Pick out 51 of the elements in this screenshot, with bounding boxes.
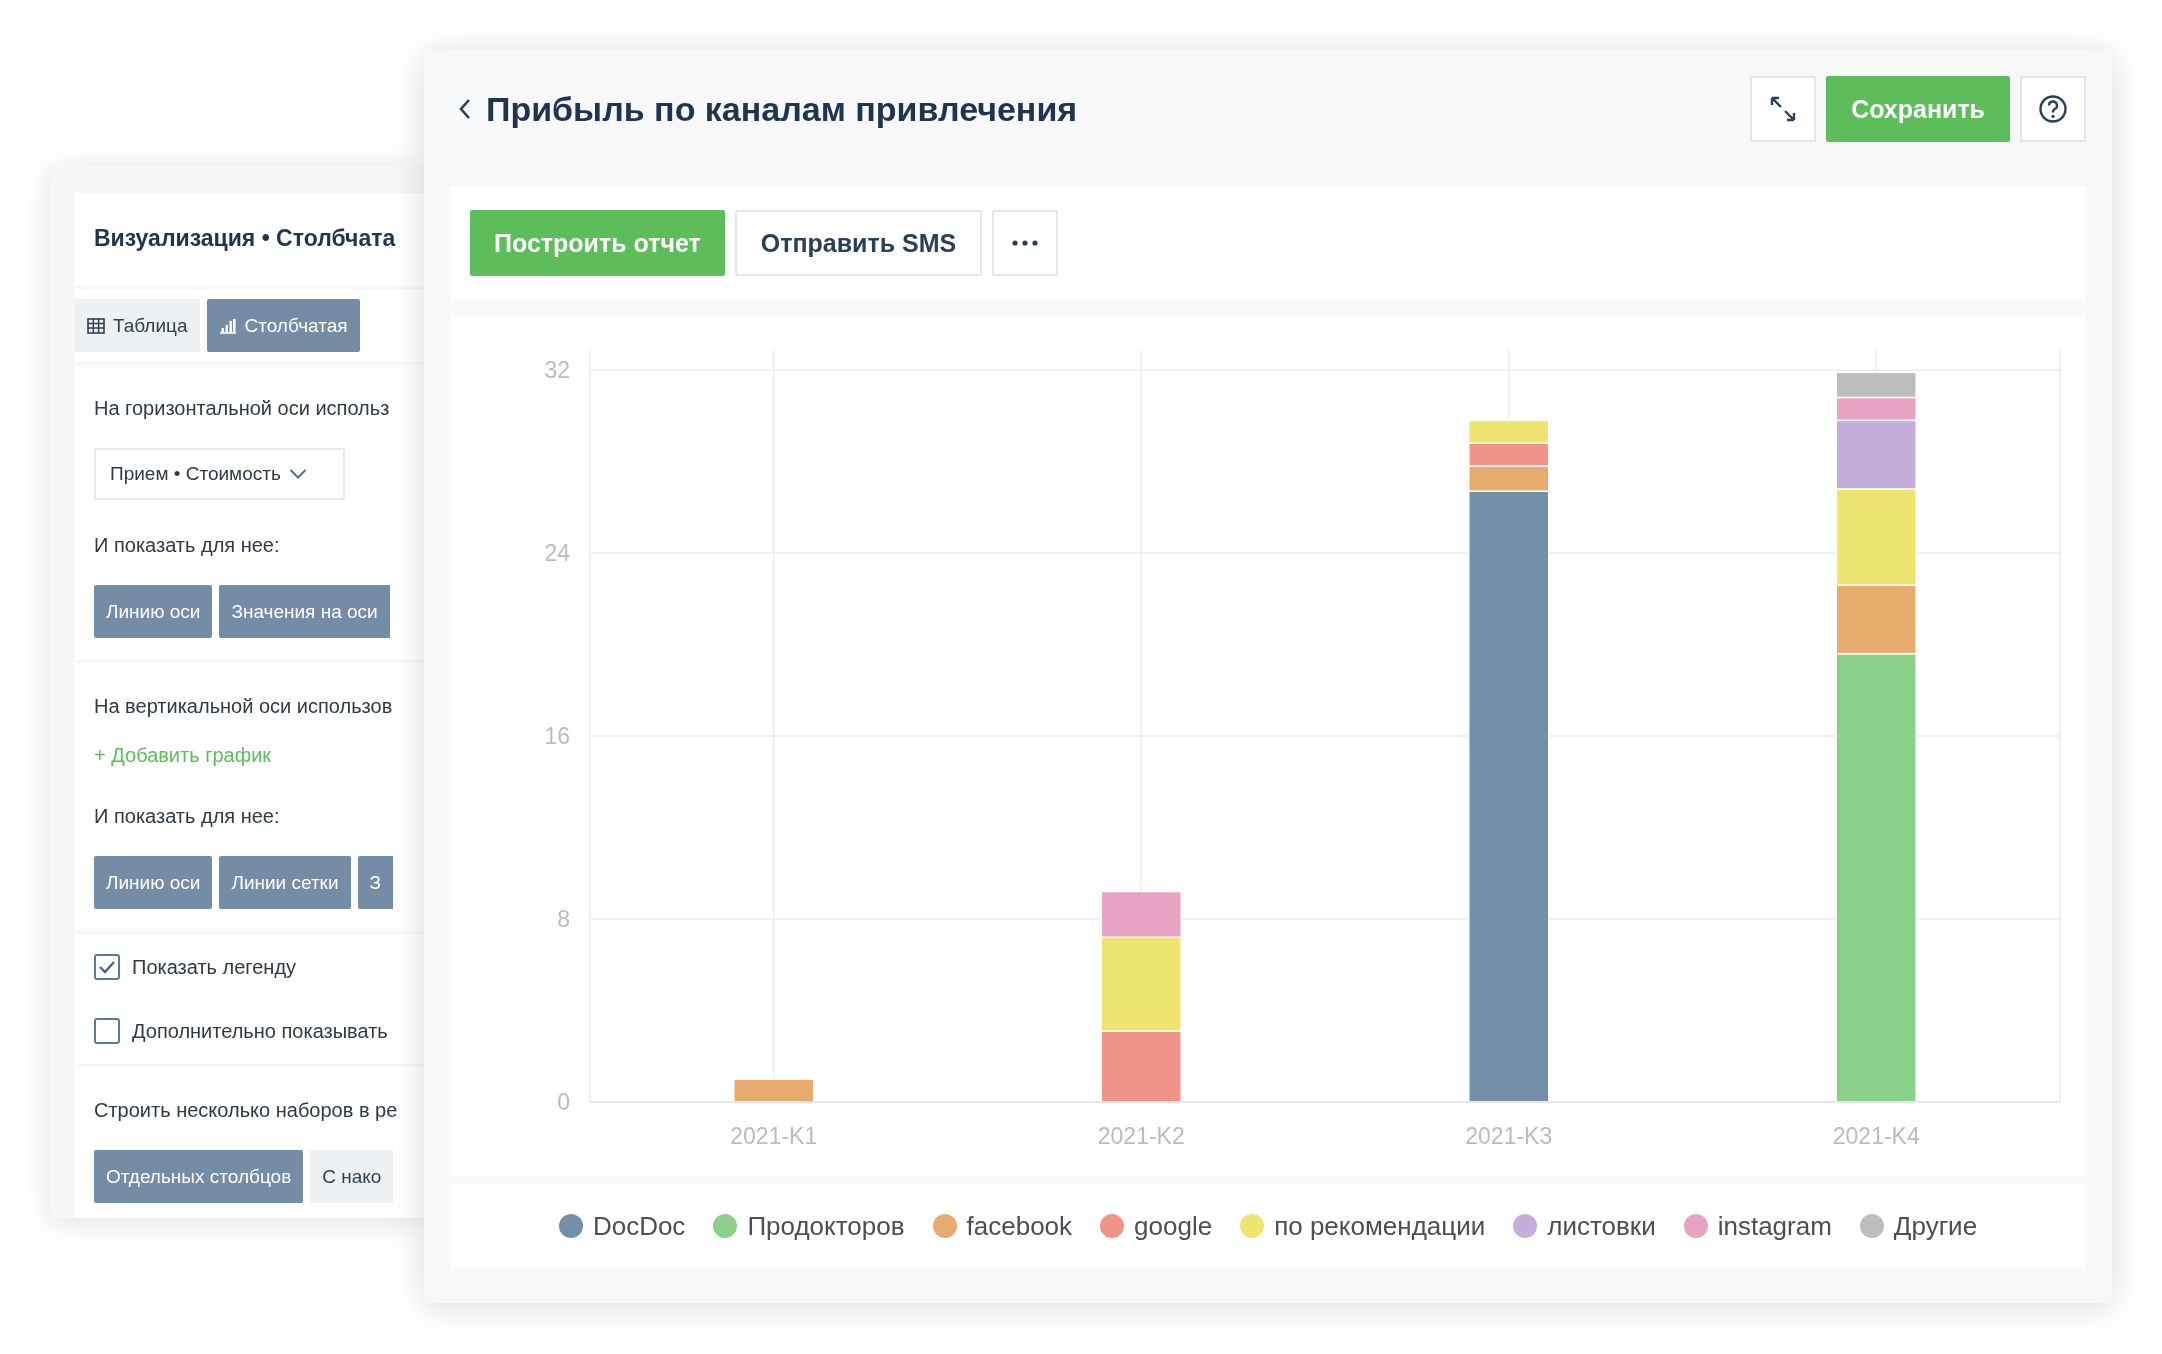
send-sms-button[interactable]: Отправить SMS: [734, 210, 983, 276]
help-icon: [2038, 94, 2068, 124]
option-toggle[interactable]: Отдельных столбцов: [94, 1150, 304, 1203]
option-toggle[interactable]: З: [357, 856, 394, 909]
legend-label: google: [1134, 1210, 1213, 1242]
bar-chart-icon: [218, 317, 237, 334]
y-tick-label: 0: [557, 1089, 570, 1115]
axis-label: На горизонтальной оси использ: [94, 397, 391, 420]
more-icon: [1012, 240, 1039, 246]
x-tick-label: 2021-K4: [1832, 1123, 1920, 1149]
option-toggle[interactable]: Линии сетки: [219, 856, 351, 909]
legend-label: листовки: [1547, 1210, 1656, 1242]
checkbox-label: Дополнительно показывать: [132, 1019, 388, 1043]
axis-label: На вертикальной оси использов: [94, 695, 394, 718]
report-title: Прибыль по каналам привлечения: [486, 89, 1079, 129]
legend-label: facebook: [966, 1210, 1073, 1242]
option-toggle[interactable]: С нако: [310, 1150, 394, 1203]
checkbox-label: Показать легенду: [132, 955, 297, 979]
checkmark-icon: [98, 960, 116, 974]
y-tick-label: 16: [544, 723, 570, 749]
y-tick-label: 8: [557, 906, 570, 932]
legend-label: instagram: [1717, 1210, 1832, 1242]
help-button[interactable]: [2020, 76, 2086, 142]
save-button[interactable]: Сохранить: [1826, 76, 2010, 142]
show-label: И показать для нее:: [94, 805, 281, 828]
option-toggle[interactable]: Линию оси: [94, 856, 213, 909]
option-toggle[interactable]: Значения на оси: [219, 585, 390, 638]
chevron-down-icon: [288, 468, 307, 480]
checkbox[interactable]: [94, 1018, 120, 1044]
option-label: Строить несколько наборов в ре: [94, 1099, 399, 1122]
table-icon: [87, 317, 105, 334]
axis-dropdown[interactable]: Прием • Стоимость: [94, 448, 345, 500]
checkbox[interactable]: [94, 954, 120, 980]
show-label: И показать для нее:: [94, 534, 281, 557]
legend-label: Продокторов: [747, 1210, 905, 1242]
view-tab[interactable]: Столбчатая: [206, 299, 360, 352]
y-tick-label: 24: [544, 540, 570, 566]
x-tick-label: 2021-K1: [730, 1123, 818, 1149]
add-chart-link[interactable]: + Добавить график: [94, 744, 425, 767]
expand-button[interactable]: [1750, 76, 1817, 142]
view-tab[interactable]: Таблица: [75, 299, 200, 352]
option-toggle[interactable]: Линию оси: [94, 585, 213, 638]
x-tick-label: 2021-K3: [1465, 1123, 1553, 1149]
legend-label: Другие: [1893, 1210, 1978, 1242]
legend-label: DocDoc: [592, 1210, 686, 1242]
panel-title: Визуализация • Столбчата: [94, 224, 397, 253]
y-tick-label: 32: [544, 357, 570, 383]
x-tick-label: 2021-K2: [1097, 1123, 1185, 1149]
chevron-left-icon: [458, 97, 472, 121]
build-report-button[interactable]: Построить отчет: [470, 210, 725, 276]
legend-label: по рекомендации: [1274, 1210, 1486, 1242]
